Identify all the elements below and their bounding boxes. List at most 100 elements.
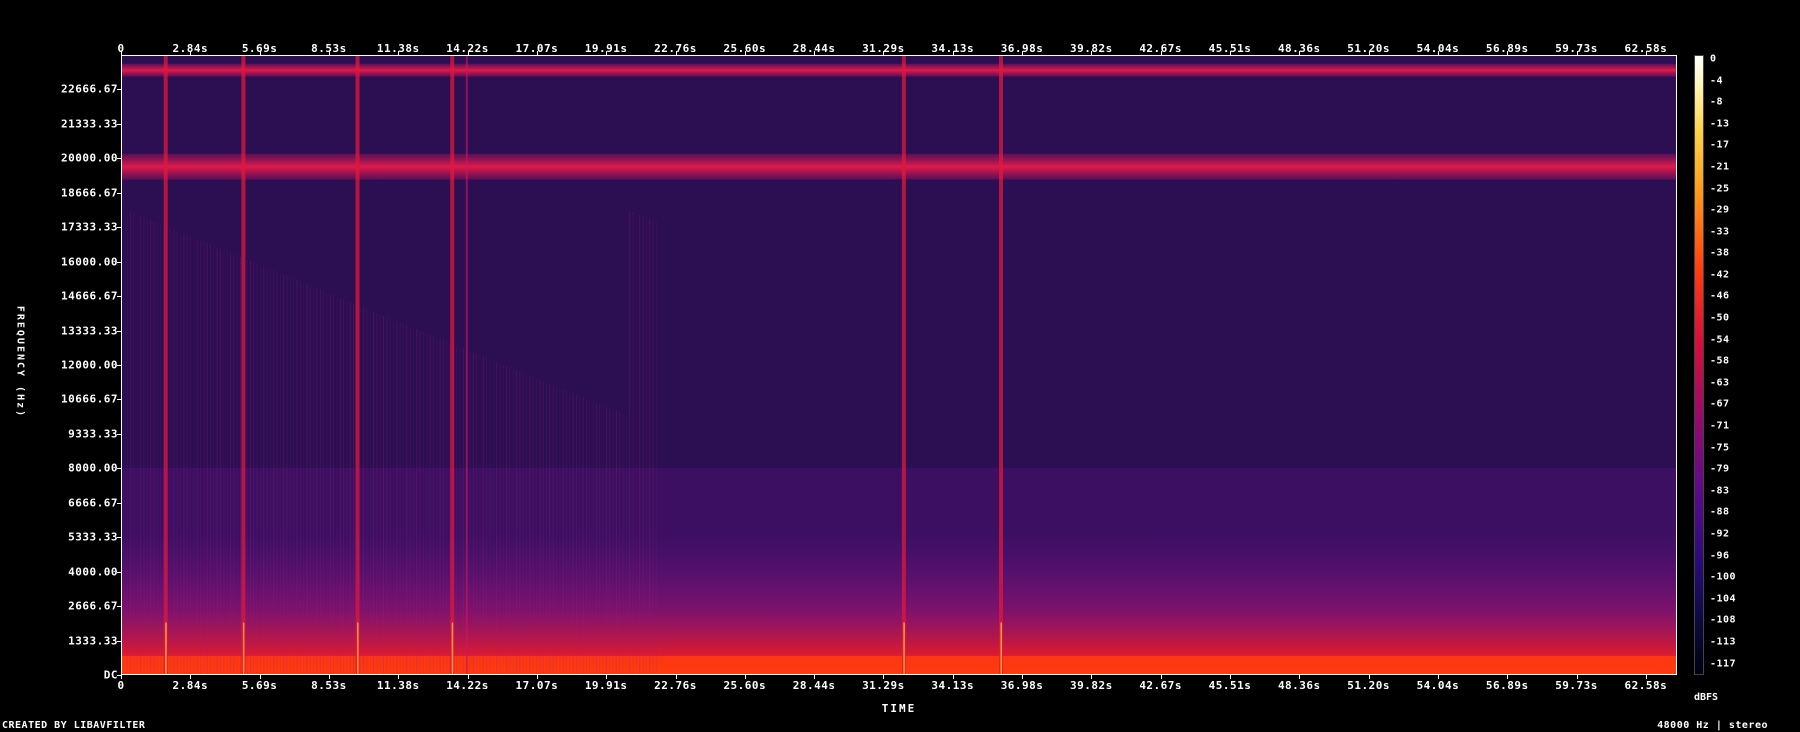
x-tick-label-bottom: 5.69s	[241, 679, 278, 692]
colorbar-tick-label: -42	[1710, 269, 1730, 281]
x-tick-label-bottom: 17.07s	[515, 679, 559, 692]
x-tick-mark	[467, 51, 469, 55]
texture-line	[160, 224, 162, 674]
y-tick-label: 9333.33	[68, 427, 118, 441]
y-tick-mark	[117, 330, 121, 332]
y-tick-label: 21333.33	[61, 117, 118, 131]
texture-line	[359, 306, 361, 674]
texture-line	[389, 318, 391, 674]
texture-line	[349, 301, 351, 674]
y-tick-mark	[117, 606, 121, 608]
x-tick-mark	[1299, 51, 1301, 55]
texture-line	[632, 211, 634, 674]
texture-line	[386, 316, 388, 674]
texture-line	[140, 215, 142, 674]
texture-line	[456, 345, 458, 674]
x-tick-mark	[328, 51, 330, 55]
texture-line	[196, 239, 198, 674]
colorbar-tick-label: -67	[1710, 398, 1730, 410]
x-tick-label-bottom: 11.38s	[376, 679, 420, 692]
texture-line	[605, 407, 607, 674]
colorbar-tick-label: -21	[1710, 161, 1730, 173]
x-tick-label-bottom: 34.13s	[931, 679, 975, 692]
texture-line	[469, 351, 471, 674]
texture-line	[236, 255, 238, 674]
texture-line	[382, 315, 384, 674]
texture-line	[436, 337, 438, 674]
x-tick-mark	[536, 675, 538, 679]
colorbar-tick-label: -100	[1710, 571, 1737, 583]
colorbar-tick-label: -83	[1710, 485, 1730, 497]
texture-line	[183, 233, 185, 674]
x-tick-mark	[1368, 51, 1370, 55]
y-tick-label: 2666.67	[68, 599, 118, 613]
texture-line	[246, 259, 248, 674]
texture-line	[432, 336, 434, 674]
x-tick-label-bottom: 54.04s	[1416, 679, 1460, 692]
texture-line	[333, 295, 335, 674]
texture-line	[486, 357, 488, 674]
texture-line	[442, 340, 444, 674]
texture-line	[193, 237, 195, 674]
texture-line	[376, 312, 378, 674]
texture-line	[549, 383, 551, 674]
frequency-band	[122, 63, 1676, 77]
texture-line	[126, 210, 128, 674]
spectrogram-image	[122, 56, 1676, 674]
y-tick-label: 13333.33	[61, 324, 118, 338]
texture-line	[516, 370, 518, 674]
texture-line	[629, 210, 631, 674]
texture-line	[296, 280, 298, 674]
texture-line	[253, 262, 255, 674]
x-tick-mark	[1507, 51, 1509, 55]
x-tick-label-bottom: 56.89s	[1485, 679, 1529, 692]
texture-line	[379, 314, 381, 674]
x-tick-label-bottom: 22.76s	[654, 679, 697, 692]
texture-line	[153, 221, 155, 674]
x-tick-mark	[1299, 675, 1301, 679]
x-tick-mark	[536, 51, 538, 55]
texture-line	[559, 387, 561, 674]
texture-line	[572, 393, 574, 674]
texture-line	[263, 266, 265, 674]
texture-line	[509, 367, 511, 674]
texture-line	[156, 222, 158, 674]
x-tick-mark	[883, 51, 885, 55]
x-tick-label-bottom: 42.67s	[1139, 679, 1183, 692]
x-tick-mark	[1091, 51, 1093, 55]
texture-line	[412, 327, 414, 674]
texture-line	[293, 278, 295, 674]
x-tick-label-bottom: 0	[117, 679, 125, 692]
x-tick-label-bottom: 25.60s	[723, 679, 767, 692]
colorbar-tick-label: -104	[1710, 593, 1737, 605]
x-tick-mark	[190, 51, 192, 55]
texture-line	[339, 297, 341, 674]
y-tick-mark	[117, 502, 121, 504]
texture-line	[532, 376, 534, 674]
texture-line	[489, 359, 491, 674]
texture-line	[243, 258, 245, 674]
texture-line	[273, 270, 275, 674]
x-tick-label-bottom: 8.53s	[311, 679, 347, 692]
x-tick-mark	[1230, 675, 1231, 679]
x-tick-mark	[1437, 51, 1439, 55]
texture-line	[582, 397, 584, 674]
x-tick-mark	[744, 675, 746, 679]
texture-line	[446, 341, 448, 674]
texture-line	[249, 260, 251, 674]
texture-line	[589, 400, 591, 674]
texture-line	[459, 346, 461, 674]
x-tick-mark	[1645, 51, 1647, 55]
texture-line	[186, 235, 188, 674]
colorbar-tick-label: -96	[1710, 550, 1730, 562]
texture-line	[499, 363, 501, 674]
texture-line	[602, 405, 604, 674]
texture-line	[356, 304, 358, 674]
low-frequency-energy	[122, 532, 1676, 674]
x-tick-label-bottom: 28.44s	[792, 679, 836, 692]
texture-line	[259, 265, 261, 674]
transient-core	[1000, 622, 1002, 674]
texture-line	[299, 281, 301, 674]
x-tick-mark	[1230, 51, 1231, 55]
x-tick-mark	[952, 51, 954, 55]
